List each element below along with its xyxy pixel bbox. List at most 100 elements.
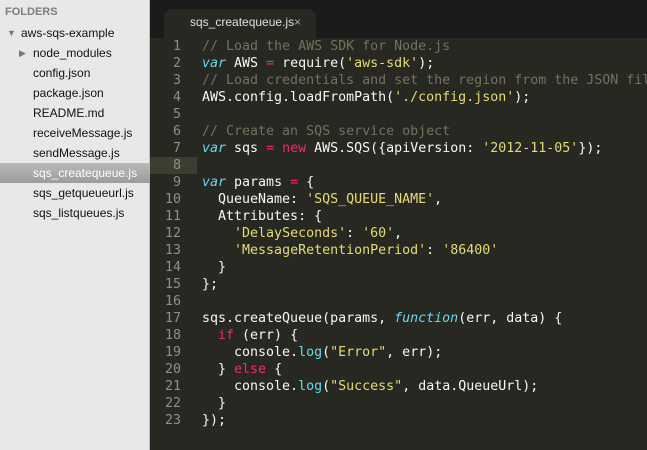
file-label: package.json xyxy=(33,86,104,100)
code-line: 'MessageRetentionPeriod': '86400' xyxy=(202,242,498,259)
code-token: , xyxy=(394,226,403,241)
code-line: } xyxy=(202,395,226,412)
triangle-down-icon: ▼ xyxy=(7,28,16,38)
code-token: 'DelaySeconds' xyxy=(234,226,347,241)
code-line: } else { xyxy=(202,361,282,378)
code-token: : xyxy=(346,226,363,241)
code-line: Attributes: { xyxy=(202,208,322,225)
code-line: if (err) { xyxy=(202,327,298,344)
code-token: AWS.SQS({apiVersion: xyxy=(306,141,483,156)
code-token: 'MessageRetentionPeriod' xyxy=(234,243,427,258)
line-number: 17 xyxy=(164,311,181,326)
code-line: QueueName: 'SQS_QUEUE_NAME', xyxy=(202,191,442,208)
file-label: sendMessage.js xyxy=(33,146,120,160)
sidebar-file[interactable]: package.json xyxy=(0,83,150,103)
code-token: QueueName: xyxy=(202,192,307,207)
code-token: '2012-11-05' xyxy=(482,141,579,156)
code-token: ); xyxy=(514,90,531,105)
code-editor[interactable]: 1 // Load the AWS SDK for Node.js 2 var AWS… xyxy=(150,38,647,450)
code-token: , err); xyxy=(386,345,443,360)
line-number: 1 xyxy=(172,39,181,54)
code-token: { xyxy=(266,362,283,377)
code-token: = xyxy=(266,56,275,71)
code-token: 'SQS_QUEUE_NAME' xyxy=(306,192,435,207)
code-token: sqs xyxy=(226,141,267,156)
sidebar-file[interactable]: sqs_getqueueurl.js xyxy=(0,183,150,203)
code-token: '60' xyxy=(362,226,395,241)
sidebar-file[interactable]: sqs_listqueues.js xyxy=(0,203,150,223)
code-token: , data.QueueUrl); xyxy=(402,379,539,394)
line-number: 16 xyxy=(164,294,181,309)
sidebar-file[interactable]: README.md xyxy=(0,103,150,123)
line-number: 19 xyxy=(164,345,181,360)
code-line: }); xyxy=(202,412,226,429)
sidebar-file[interactable]: sendMessage.js xyxy=(0,143,150,163)
line-number: 9 xyxy=(172,175,181,190)
code-token: = xyxy=(290,175,299,190)
code-token: console. xyxy=(202,345,299,360)
code-token: = xyxy=(266,141,275,156)
code-token: ); xyxy=(418,56,435,71)
code-token: (err) { xyxy=(234,328,299,343)
code-token: { xyxy=(298,175,315,190)
code-token: // Load the AWS SDK for Node.js xyxy=(202,39,451,54)
code-token: if xyxy=(218,328,235,343)
code-token: } xyxy=(202,396,227,411)
line-number: 12 xyxy=(164,226,181,241)
code-token: }); xyxy=(202,413,227,428)
line-number: 8 xyxy=(150,157,197,174)
sidebar-file[interactable]: receiveMessage.js xyxy=(0,123,150,143)
code-token: }); xyxy=(578,141,603,156)
code-line: // Load credentials and set the region f… xyxy=(202,72,647,89)
code-line: var params = { xyxy=(202,174,314,191)
close-icon[interactable]: × xyxy=(294,9,301,35)
code-token: function xyxy=(394,311,459,326)
code-token: new xyxy=(282,141,307,156)
code-token: var xyxy=(202,56,227,71)
code-line: var sqs = new AWS.SQS({apiVersion: '2012… xyxy=(202,140,602,157)
line-number: 13 xyxy=(164,243,181,258)
file-label: sqs_createqueue.js xyxy=(33,166,138,180)
code-token: var xyxy=(202,141,227,156)
folder-aws-sqs-example[interactable]: ▼ aws-sqs-example xyxy=(0,23,150,43)
line-number: 4 xyxy=(172,90,181,105)
code-line: sqs.createQueue(params, function(err, da… xyxy=(202,310,562,327)
sidebar-folder[interactable]: ▶ node_modules xyxy=(0,43,150,63)
file-label: receiveMessage.js xyxy=(33,126,133,140)
code-token: ( xyxy=(322,345,331,360)
line-number: 18 xyxy=(164,328,181,343)
file-label: sqs_listqueues.js xyxy=(33,206,125,220)
line-number: 5 xyxy=(172,107,181,122)
sidebar-file[interactable]: config.json xyxy=(0,63,150,83)
code-token: Attributes: { xyxy=(202,209,323,224)
code-line: var AWS = require('aws-sdk'); xyxy=(202,55,434,72)
code-token: params xyxy=(226,175,291,190)
code-line: console.log("Error", err); xyxy=(202,344,442,361)
code-token: "Error" xyxy=(330,345,387,360)
code-token: : xyxy=(426,243,443,258)
sidebar-file[interactable]: sqs_createqueue.js xyxy=(0,163,150,183)
code-token: else xyxy=(234,362,267,377)
code-token: AWS xyxy=(226,56,267,71)
code-token: } xyxy=(202,362,235,377)
line-number: 23 xyxy=(164,413,181,428)
code-token: , xyxy=(434,192,443,207)
tab-sqs-createqueue[interactable]: sqs_createqueue.js × xyxy=(164,9,316,38)
code-line: }; xyxy=(202,276,218,293)
line-number: 2 xyxy=(172,56,181,71)
code-token: } xyxy=(202,260,227,275)
code-line: console.log("Success", data.QueueUrl); xyxy=(202,378,538,395)
code-token: console. xyxy=(202,379,299,394)
folder-label: aws-sqs-example xyxy=(21,26,115,40)
code-token: require( xyxy=(274,56,347,71)
code-token: sqs.createQueue(params, xyxy=(202,311,395,326)
code-token: // Create an SQS service object xyxy=(202,124,451,139)
line-number: 7 xyxy=(172,141,181,156)
file-label: README.md xyxy=(33,106,105,120)
code-token: var xyxy=(202,175,227,190)
tab-label: sqs_createqueue.js xyxy=(190,15,295,29)
folders-header: FOLDERS xyxy=(5,6,58,18)
